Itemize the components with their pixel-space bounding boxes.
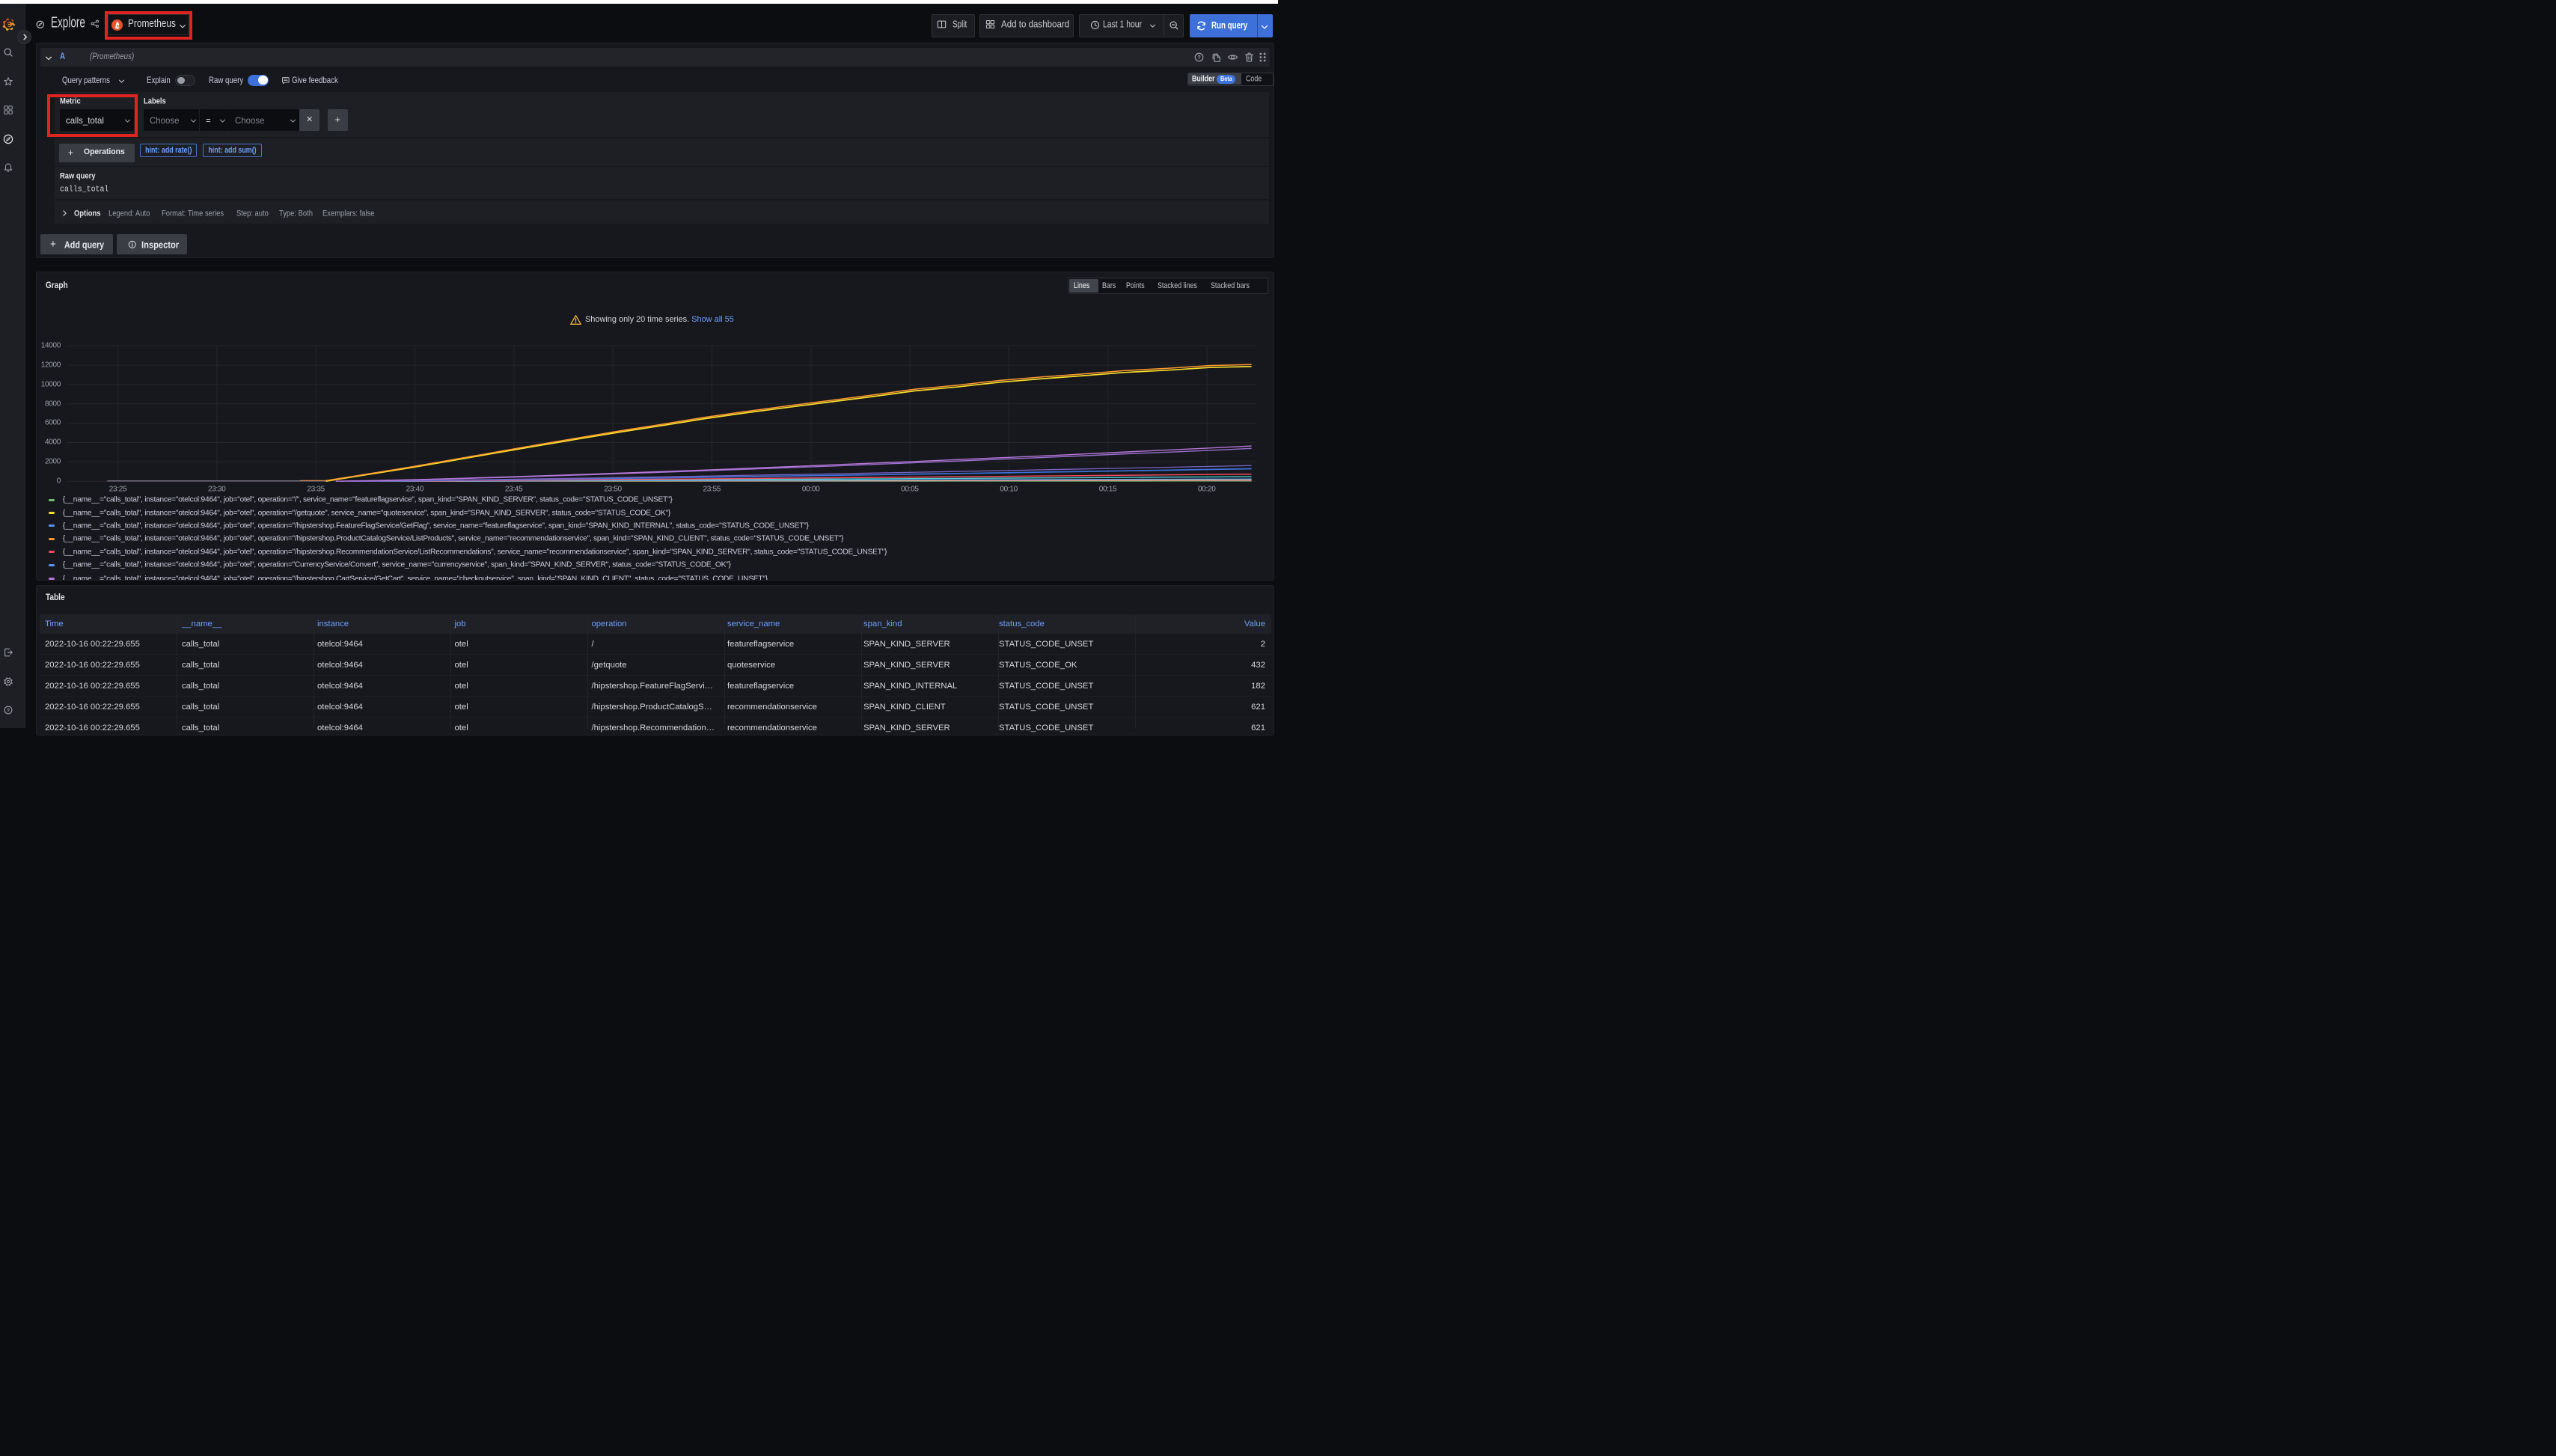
svg-text:?: ? [1197,55,1200,61]
svg-text:?: ? [7,708,10,713]
